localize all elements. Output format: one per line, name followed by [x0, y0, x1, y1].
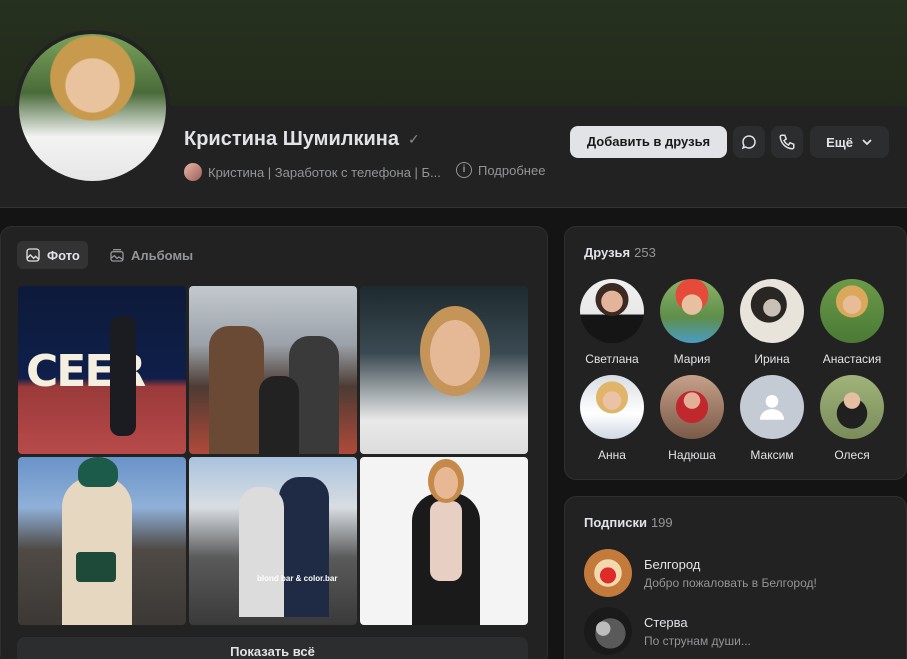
friend-name: Анастасия: [822, 352, 882, 366]
subscriptions-title[interactable]: Подписки 199: [584, 515, 673, 530]
default-user-icon: [759, 394, 785, 420]
photo-overlay-text: blond bar & color.bar: [257, 574, 338, 583]
status-avatar-icon: [184, 163, 202, 181]
subscription-avatar: [584, 549, 632, 597]
photo-thumbnail[interactable]: [18, 457, 186, 625]
friend-item[interactable]: Ирина: [732, 279, 812, 366]
friend-avatar: [820, 375, 884, 439]
friends-title[interactable]: Друзья 253: [584, 245, 656, 260]
subscription-item[interactable]: Белгород Добро пожаловать в Белгород!: [584, 549, 817, 597]
friend-name: Олеся: [834, 448, 870, 462]
friend-avatar: [580, 375, 644, 439]
profile-name: Кристина Шумилкина: [184, 128, 399, 150]
tab-albums-label: Альбомы: [131, 247, 194, 263]
album-icon: [110, 249, 124, 262]
add-friend-button[interactable]: Добавить в друзья: [570, 126, 727, 158]
friend-avatar: [660, 375, 724, 439]
message-button[interactable]: [733, 126, 765, 158]
friend-avatar: [580, 279, 644, 343]
friend-name: Надюша: [668, 448, 716, 462]
friend-item[interactable]: Светлана: [572, 279, 652, 366]
tab-albums[interactable]: Альбомы: [101, 241, 201, 269]
tab-photos-label: Фото: [47, 247, 80, 263]
friend-item[interactable]: Надюша: [652, 375, 732, 462]
show-all-photos-button[interactable]: Показать всё: [17, 637, 528, 659]
friend-avatar: [820, 279, 884, 343]
friend-name: Анна: [598, 448, 626, 462]
photo-thumbnail[interactable]: [189, 286, 357, 454]
subscription-name: Белгород: [644, 556, 701, 572]
friend-item[interactable]: Максим: [732, 375, 812, 462]
friend-item[interactable]: Анастасия: [812, 279, 892, 366]
subscription-desc: По струнам души...: [644, 633, 751, 648]
subscriptions-title-label: Подписки: [584, 515, 647, 530]
details-label: Подробнее: [478, 162, 546, 178]
subscription-desc: Добро пожаловать в Белгород!: [644, 575, 817, 590]
status-text: Кристина | Заработок с телефона | Б...: [208, 164, 441, 180]
tab-photos[interactable]: Фото: [17, 241, 88, 269]
profile-status[interactable]: Кристина | Заработок с телефона | Б...: [184, 162, 441, 182]
message-icon: [741, 135, 756, 150]
friend-item[interactable]: Мария: [652, 279, 732, 366]
photo-icon: [26, 248, 40, 262]
photo-thumbnail[interactable]: [360, 286, 528, 454]
friends-title-label: Друзья: [584, 245, 631, 260]
friend-name: Светлана: [585, 352, 639, 366]
friend-name: Максим: [750, 448, 794, 462]
subscription-avatar: [584, 607, 632, 655]
verified-check-icon: ✓: [408, 131, 420, 147]
call-button[interactable]: [771, 126, 803, 158]
friend-avatar: [660, 279, 724, 343]
photo-thumbnail[interactable]: CEER: [18, 286, 186, 454]
friend-name: Мария: [673, 352, 711, 366]
subscription-name: Стерва: [644, 614, 688, 630]
subscriptions-count: 199: [650, 515, 673, 530]
info-icon: i: [456, 162, 472, 178]
friend-avatar: [740, 375, 804, 439]
friend-name: Ирина: [754, 352, 790, 366]
profile-avatar[interactable]: [15, 30, 170, 185]
details-link[interactable]: i Подробнее: [456, 162, 545, 178]
phone-icon: [779, 134, 795, 150]
chevron-down-icon: [862, 139, 872, 146]
photo-thumbnail[interactable]: [360, 457, 528, 625]
friend-item[interactable]: Олеся: [812, 375, 892, 462]
more-button[interactable]: Ещё: [810, 126, 889, 158]
friend-item[interactable]: Анна: [572, 375, 652, 462]
friends-count: 253: [634, 245, 656, 260]
subscription-item[interactable]: Стерва По струнам души...: [584, 607, 751, 655]
more-label: Ещё: [826, 134, 853, 150]
friend-avatar: [740, 279, 804, 343]
photo-thumbnail[interactable]: blond bar & color.bar: [189, 457, 357, 625]
